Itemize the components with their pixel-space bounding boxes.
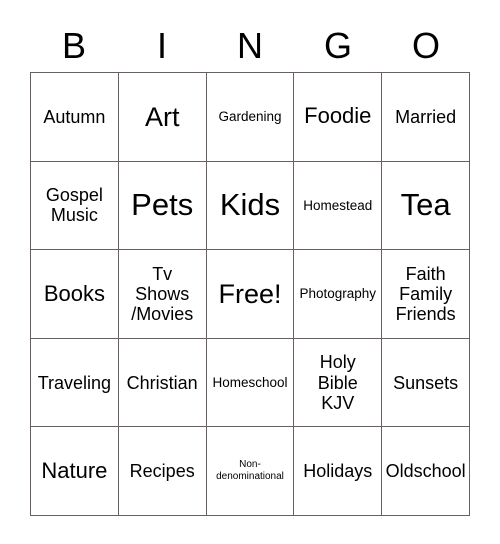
bingo-cell[interactable]: Holy Bible KJV	[294, 338, 383, 428]
bingo-cell[interactable]: Pets	[118, 161, 207, 251]
bingo-cell-label: Faith Family Friends	[395, 263, 456, 325]
bingo-cell[interactable]: Gardening	[206, 73, 295, 162]
bingo-cell[interactable]: Married	[382, 73, 470, 162]
bingo-cell[interactable]: Books	[31, 250, 119, 339]
bingo-cell[interactable]: Homeschool	[206, 338, 295, 428]
bingo-cell-label: Married	[395, 106, 457, 127]
bingo-cell[interactable]: Oldschool	[382, 427, 470, 516]
header-letter-g: G	[323, 25, 352, 66]
header-letter-o: O	[411, 25, 440, 66]
bingo-cell-label: Non- denominational	[216, 459, 284, 483]
bingo-cell-label: Tv Shows /Movies	[131, 263, 194, 325]
bingo-cell-label: Tea	[400, 187, 451, 223]
bingo-cell[interactable]: Tea	[382, 161, 470, 251]
bingo-cell-label: Homeschool	[212, 375, 288, 391]
bingo-header-row: B I N G O	[30, 22, 470, 70]
bingo-cell-free[interactable]: Free!	[206, 250, 295, 339]
bingo-cell[interactable]: Faith Family Friends	[382, 250, 470, 339]
bingo-cell[interactable]: Traveling	[31, 338, 119, 428]
bingo-cell-label: Gardening	[218, 109, 282, 125]
bingo-cell[interactable]: Non- denominational	[206, 427, 295, 516]
bingo-cell-label: Pets	[131, 187, 194, 223]
bingo-cell-label: Homestead	[303, 197, 373, 213]
bingo-cell-label: Oldschool	[385, 461, 466, 482]
bingo-cell[interactable]: Recipes	[118, 427, 207, 516]
bingo-cell[interactable]: Christian	[118, 338, 207, 428]
bingo-cell[interactable]: Nature	[31, 427, 119, 516]
bingo-cell-label: Gospel Music	[45, 185, 103, 226]
bingo-cell-label: Holidays	[303, 461, 373, 482]
header-letter-n: N	[237, 25, 263, 66]
bingo-cell[interactable]: Autumn	[31, 73, 119, 162]
bingo-cell-label: Autumn	[43, 106, 106, 127]
bingo-cell-label: Kids	[219, 187, 281, 223]
bingo-cell-label: Christian	[126, 372, 198, 393]
header-letter-i: I	[156, 25, 167, 66]
bingo-cell-label: Photography	[299, 286, 377, 302]
bingo-cell[interactable]: Kids	[206, 161, 295, 251]
bingo-cell[interactable]: Sunsets	[382, 338, 470, 428]
bingo-cell[interactable]: Foodie	[294, 73, 383, 162]
bingo-cell-label: Foodie	[304, 103, 372, 129]
bingo-cell[interactable]: Gospel Music	[31, 161, 119, 251]
bingo-cell-label: Art	[144, 101, 180, 132]
bingo-cell-label: Sunsets	[393, 372, 459, 393]
bingo-cell-label: Free!	[218, 278, 282, 309]
bingo-cell-label: Books	[43, 280, 105, 306]
bingo-card: B I N G O Autumn Art Gardening Foodie Ma…	[0, 0, 500, 544]
bingo-cell[interactable]: Homestead	[294, 161, 383, 251]
bingo-cell-label: Recipes	[129, 461, 195, 482]
bingo-cell[interactable]: Photography	[294, 250, 383, 339]
bingo-cell[interactable]: Art	[118, 73, 207, 162]
bingo-cell-label: Traveling	[37, 372, 112, 393]
bingo-cell[interactable]: Tv Shows /Movies	[118, 250, 207, 339]
bingo-grid: Autumn Art Gardening Foodie Married Gosp…	[30, 72, 470, 516]
bingo-cell-label: Nature	[41, 457, 108, 483]
header-letter-b: B	[61, 25, 86, 66]
bingo-cell-label: Holy Bible KJV	[317, 352, 358, 413]
bingo-cell[interactable]: Holidays	[294, 427, 383, 516]
